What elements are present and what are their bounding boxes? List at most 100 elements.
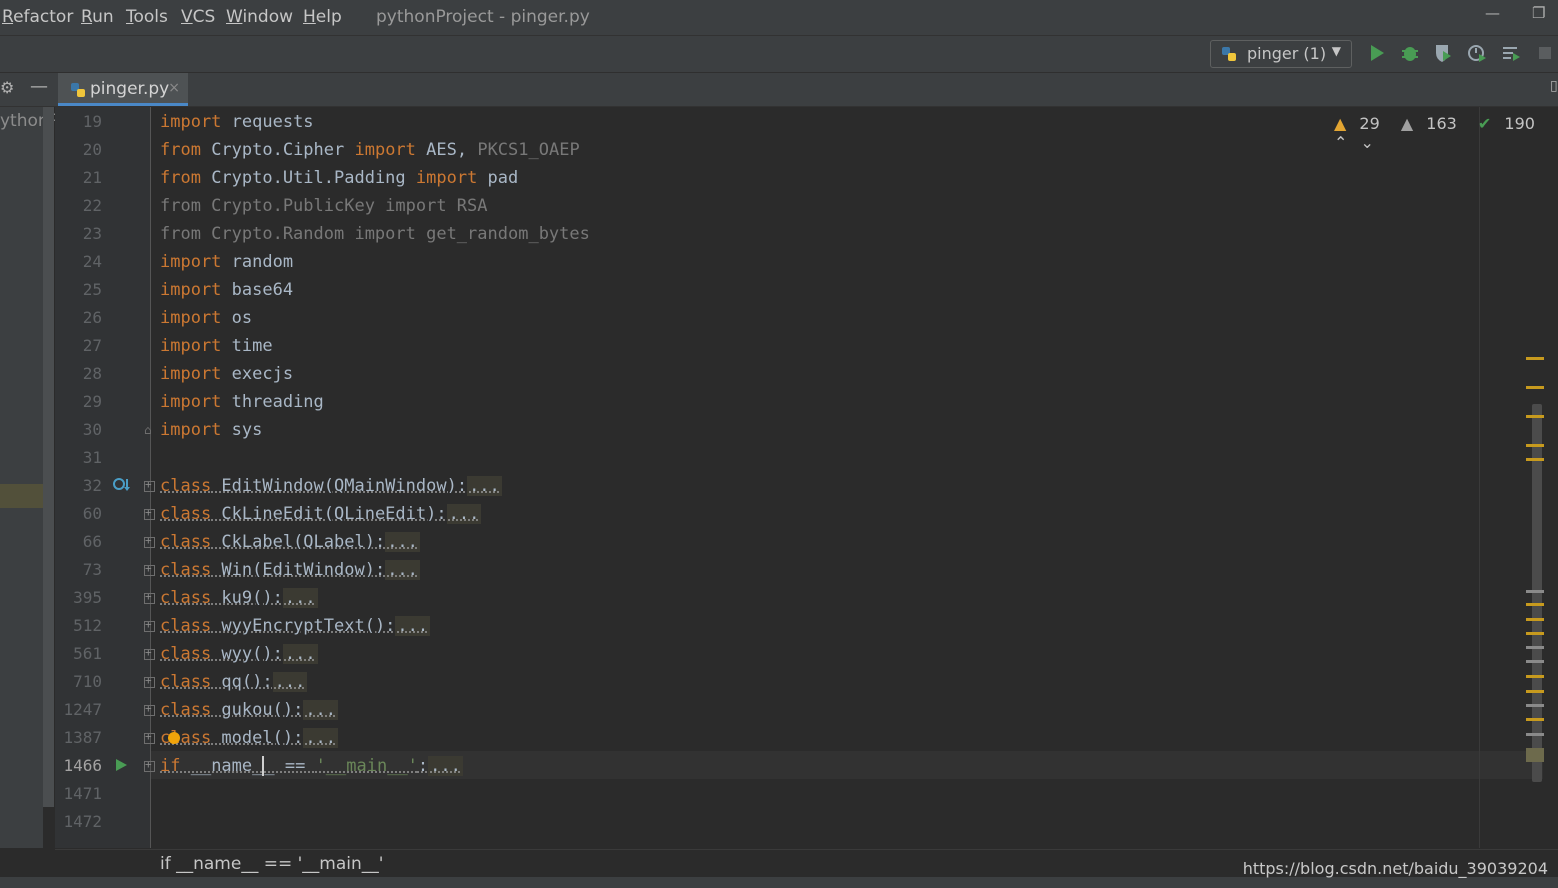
debug-icon[interactable] (1399, 42, 1421, 64)
error-stripe-mark[interactable] (1526, 444, 1544, 447)
error-stripe-mark[interactable] (1526, 718, 1544, 721)
line-number: 66 (82, 532, 102, 551)
fold-end-icon[interactable]: ⌂ (144, 423, 152, 437)
breadcrumb-item[interactable]: if __name__ == '__main__' (160, 854, 383, 874)
folded-region: ... (303, 728, 339, 748)
code-line-folded[interactable]: class wyy():... (160, 640, 318, 668)
code-line-folded[interactable]: class CkLabel(QLabel):... (160, 528, 420, 556)
line-number: 30 (82, 420, 102, 439)
line-number: 22 (82, 196, 102, 215)
folded-region: ... (428, 756, 463, 776)
line-number: 1472 (63, 812, 102, 831)
tab-pinger-py[interactable]: pinger.py × (58, 73, 188, 106)
warning-icon: ▲ (1334, 114, 1347, 133)
error-stripe-mark[interactable] (1526, 690, 1544, 693)
run-line-icon[interactable] (114, 758, 128, 772)
python-file-icon (71, 83, 85, 97)
previous-highlight-icon[interactable]: ⌃ (1334, 133, 1347, 152)
line-number: 19 (82, 112, 102, 131)
fold-icon[interactable] (144, 478, 155, 492)
fold-icon[interactable] (144, 758, 155, 772)
fold-icon[interactable] (144, 590, 155, 604)
split-icon[interactable]: ▯ (1550, 78, 1558, 94)
code-line: import threading (160, 392, 324, 412)
menu-refactor[interactable]: Refactor (2, 7, 73, 27)
error-stripe-mark[interactable] (1526, 646, 1544, 649)
error-stripe-mark[interactable] (1526, 415, 1544, 418)
close-icon[interactable]: × (168, 80, 180, 96)
typo-icon: ✔ (1477, 114, 1492, 133)
line-number: 27 (82, 336, 102, 355)
menu-help[interactable]: Help (303, 7, 342, 27)
error-stripe-mark[interactable] (1526, 357, 1544, 360)
error-stripe-mark[interactable] (1526, 458, 1544, 461)
folded-region: ... (385, 532, 420, 552)
line-number: 26 (82, 308, 102, 327)
caret-row-mark[interactable] (1526, 748, 1544, 762)
code-line-folded[interactable]: class gukou():... (160, 696, 339, 724)
fold-icon[interactable] (144, 730, 155, 744)
code-line-folded[interactable]: class EditWindow(QMainWindow):... (160, 472, 502, 500)
warning-count: 29 (1359, 114, 1380, 133)
code-line-folded[interactable]: class ku9():... (160, 584, 318, 612)
build-icon[interactable] (1500, 42, 1522, 64)
line-number: 1247 (63, 700, 102, 719)
folded-region: ... (282, 644, 318, 664)
menu-window[interactable]: Window (226, 7, 293, 27)
fold-icon[interactable] (144, 646, 155, 660)
line-number: 561 (73, 644, 102, 663)
minimize-icon[interactable]: — (1485, 4, 1500, 22)
line-number: 32 (82, 476, 102, 495)
line-number: 21 (82, 168, 102, 187)
implementation-icon[interactable] (112, 477, 132, 493)
error-stripe-mark[interactable] (1526, 386, 1544, 389)
code-line-folded[interactable]: class CkLineEdit(QLineEdit):... (160, 500, 482, 528)
fold-icon[interactable] (144, 618, 155, 632)
next-highlight-icon[interactable]: ⌄ (1361, 133, 1374, 152)
coverage-icon[interactable] (1432, 42, 1454, 64)
code-line-folded[interactable]: class model():... (160, 724, 339, 752)
fold-icon[interactable] (144, 702, 155, 716)
error-stripe-mark[interactable] (1526, 675, 1544, 678)
error-stripe-mark[interactable] (1526, 704, 1544, 707)
line-number: 23 (82, 224, 102, 243)
run-configuration-dropdown[interactable]: pinger (1) ▼ (1210, 40, 1352, 68)
code-line-folded[interactable]: if __name_ _ == '__main__':... (160, 752, 463, 780)
profile-icon[interactable] (1466, 42, 1488, 64)
code-line: import sys (160, 420, 263, 440)
line-number: 20 (82, 140, 102, 159)
watermark-text: https://blog.csdn.net/baidu_39039204 (1242, 859, 1548, 878)
error-stripe-mark[interactable] (1526, 660, 1544, 663)
run-icon[interactable] (1366, 42, 1388, 64)
code-line: from Crypto.PublicKey import RSA (160, 196, 488, 216)
lightbulb-icon[interactable] (167, 731, 181, 747)
code-line-folded[interactable]: class Win(EditWindow):... (160, 556, 420, 584)
chevron-down-icon: ▼ (1331, 44, 1341, 58)
restore-icon[interactable]: ❐ (1532, 4, 1545, 22)
stop-icon[interactable] (1534, 42, 1556, 64)
code-line: import base64 (160, 280, 294, 300)
python-icon (1222, 47, 1236, 61)
hide-icon[interactable]: — (30, 76, 48, 97)
error-stripe-mark[interactable] (1526, 618, 1544, 621)
error-stripe-mark[interactable] (1526, 632, 1544, 635)
inspection-widget[interactable]: ▲ 29 ▲ 163 ✔ 190 ⌃ ⌄ (1334, 114, 1558, 152)
error-stripe-mark[interactable] (1526, 603, 1544, 606)
fold-icon[interactable] (144, 506, 155, 520)
menu-run[interactable]: Run (81, 7, 114, 27)
error-stripe-mark[interactable] (1526, 733, 1544, 736)
line-number: 25 (82, 280, 102, 299)
line-number: 29 (82, 392, 102, 411)
code-line-folded[interactable]: class wyyEncryptText():... (160, 612, 431, 640)
fold-icon[interactable] (144, 674, 155, 688)
menu-tools[interactable]: Tools (126, 7, 168, 27)
gear-icon[interactable]: ⚙ (0, 78, 14, 97)
code-line: from Crypto.Cipher import AES, PKCS1_OAE… (160, 140, 580, 160)
run-configuration-label: pinger (1) (1247, 44, 1327, 63)
error-stripe-mark[interactable] (1526, 590, 1544, 593)
menu-vcs[interactable]: VCS (181, 7, 215, 27)
weak-warning-icon: ▲ (1400, 114, 1414, 133)
fold-icon[interactable] (144, 534, 155, 548)
code-line-folded[interactable]: class qq():... (160, 668, 308, 696)
fold-icon[interactable] (144, 562, 155, 576)
